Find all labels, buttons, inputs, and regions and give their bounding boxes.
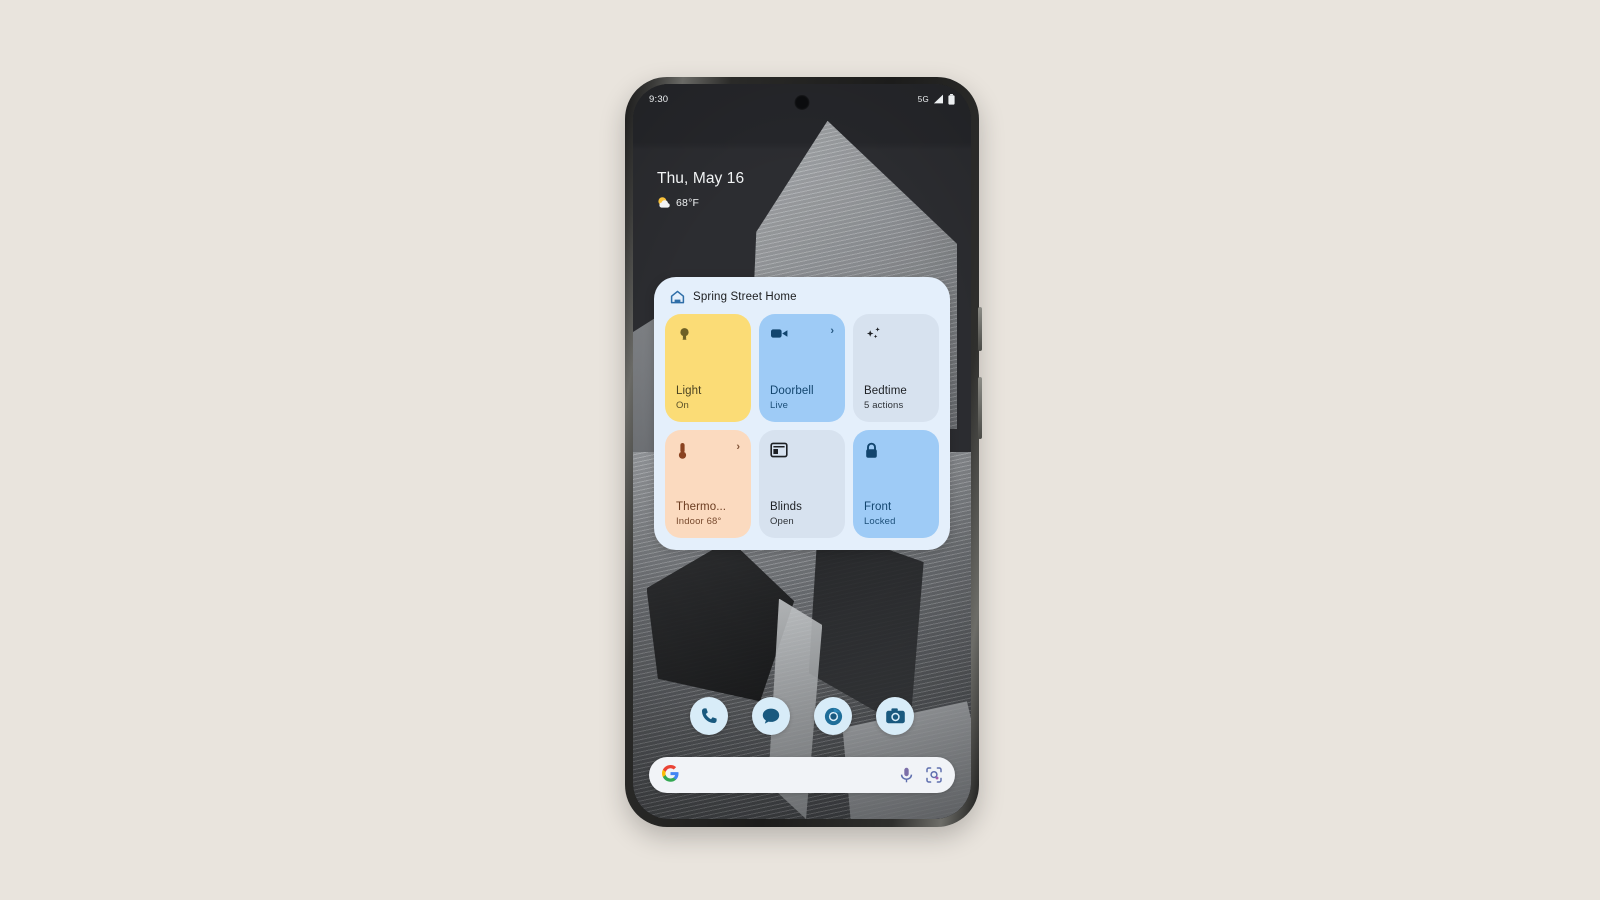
- signal-bars-icon: [933, 94, 943, 104]
- thermostat-icon: [678, 443, 687, 459]
- video-camera-icon: [771, 329, 788, 338]
- google-g-logo: [662, 764, 679, 786]
- phone-bezel: 9:30 5G Thu, May 16 68°F Spring Street H…: [633, 84, 971, 819]
- tile-bedtime-state: 5 actions: [864, 400, 904, 411]
- dock-item-camera[interactable]: [876, 697, 914, 735]
- tile-front-lock[interactable]: Front Locked: [853, 430, 939, 538]
- tile-doorbell[interactable]: › Doorbell Live: [759, 314, 845, 422]
- tile-bedtime-top: [864, 326, 928, 343]
- screenshot-canvas: 9:30 5G Thu, May 16 68°F Spring Street H…: [0, 0, 1600, 900]
- house-outline-icon: [670, 290, 685, 304]
- status-bar-clock: 9:30: [649, 93, 669, 105]
- google-search-bar[interactable]: [649, 757, 955, 793]
- tile-light-labels: Light On: [676, 385, 740, 411]
- tile-front-lock-labels: Front Locked: [864, 501, 928, 527]
- tile-blinds-state: Open: [770, 516, 794, 527]
- messages-icon: [762, 708, 780, 724]
- google-lens-icon[interactable]: [926, 767, 942, 783]
- tile-doorbell-top: ›: [770, 326, 834, 341]
- tile-bedtime-name: Bedtime: [864, 384, 907, 397]
- tile-thermostat-labels: Thermo... Indoor 68°: [676, 501, 740, 527]
- sun-behind-cloud-icon: [658, 197, 670, 208]
- tile-thermostat[interactable]: › Thermo... Indoor 68°: [665, 430, 751, 538]
- phone-icon: [702, 708, 717, 723]
- camera-icon: [885, 707, 905, 723]
- tile-light-top: [676, 326, 740, 343]
- tile-thermostat-chevron[interactable]: ›: [736, 442, 740, 453]
- tile-front-lock-state: Locked: [864, 516, 896, 527]
- date-label: Thu, May 16: [657, 170, 745, 187]
- tile-front-lock-name: Front: [864, 500, 892, 513]
- dock-item-messages[interactable]: [752, 697, 790, 735]
- weather-row: 68°F: [657, 196, 744, 209]
- tile-thermostat-top: ›: [676, 442, 740, 460]
- search-bar-actions: [900, 767, 942, 783]
- search-input[interactable]: [679, 769, 900, 781]
- network-type-label: 5G: [917, 94, 929, 104]
- tile-doorbell-labels: Doorbell Live: [770, 385, 834, 411]
- tile-bedtime[interactable]: Bedtime 5 actions: [853, 314, 939, 422]
- phone-screen: 9:30 5G Thu, May 16 68°F Spring Street H…: [633, 84, 971, 819]
- tile-blinds-labels: Blinds Open: [770, 501, 834, 527]
- chrome-icon: [824, 707, 842, 725]
- dock-item-chrome[interactable]: [814, 697, 852, 735]
- home-widget-title: Spring Street Home: [693, 291, 797, 303]
- sparkles-routine-icon: [866, 327, 880, 339]
- tile-doorbell-name: Doorbell: [770, 384, 814, 397]
- at-a-glance-widget[interactable]: Thu, May 16 68°F: [657, 170, 744, 209]
- tile-thermostat-state: Indoor 68°: [676, 516, 722, 527]
- battery-full-icon: [948, 93, 955, 105]
- power-button[interactable]: [978, 307, 982, 351]
- temperature-label: 68°F: [676, 196, 700, 209]
- front-camera-punchhole: [794, 95, 810, 110]
- tile-doorbell-state: Live: [770, 400, 789, 411]
- dock-item-phone[interactable]: [690, 697, 728, 735]
- tile-thermostat-name: Thermo...: [676, 500, 727, 513]
- phone-device-frame: 9:30 5G Thu, May 16 68°F Spring Street H…: [625, 77, 982, 827]
- volume-button[interactable]: [978, 377, 982, 439]
- tile-blinds[interactable]: Blinds Open: [759, 430, 845, 538]
- lightbulb-icon: [680, 328, 689, 340]
- home-widget-header[interactable]: Spring Street Home: [665, 288, 939, 314]
- tile-blinds-top: [770, 442, 834, 458]
- padlock-locked-icon: [866, 442, 877, 458]
- tile-doorbell-chevron[interactable]: ›: [830, 326, 834, 337]
- blinds-icon: [770, 442, 788, 458]
- status-bar-indicators: 5G: [917, 93, 955, 105]
- tile-light-name: Light: [676, 384, 702, 397]
- tile-light-state: On: [676, 400, 689, 411]
- tile-front-lock-top: [864, 442, 928, 460]
- tile-bedtime-labels: Bedtime 5 actions: [864, 385, 928, 411]
- tile-light[interactable]: Light On: [665, 314, 751, 422]
- home-controls-grid: Light On › Doorbell Live Bedtime 5 actio…: [665, 314, 939, 538]
- tile-blinds-name: Blinds: [770, 500, 802, 513]
- microphone-icon[interactable]: [900, 767, 913, 783]
- app-dock: [633, 697, 971, 735]
- google-home-widget[interactable]: Spring Street Home Light On › Doorbell L…: [654, 277, 950, 550]
